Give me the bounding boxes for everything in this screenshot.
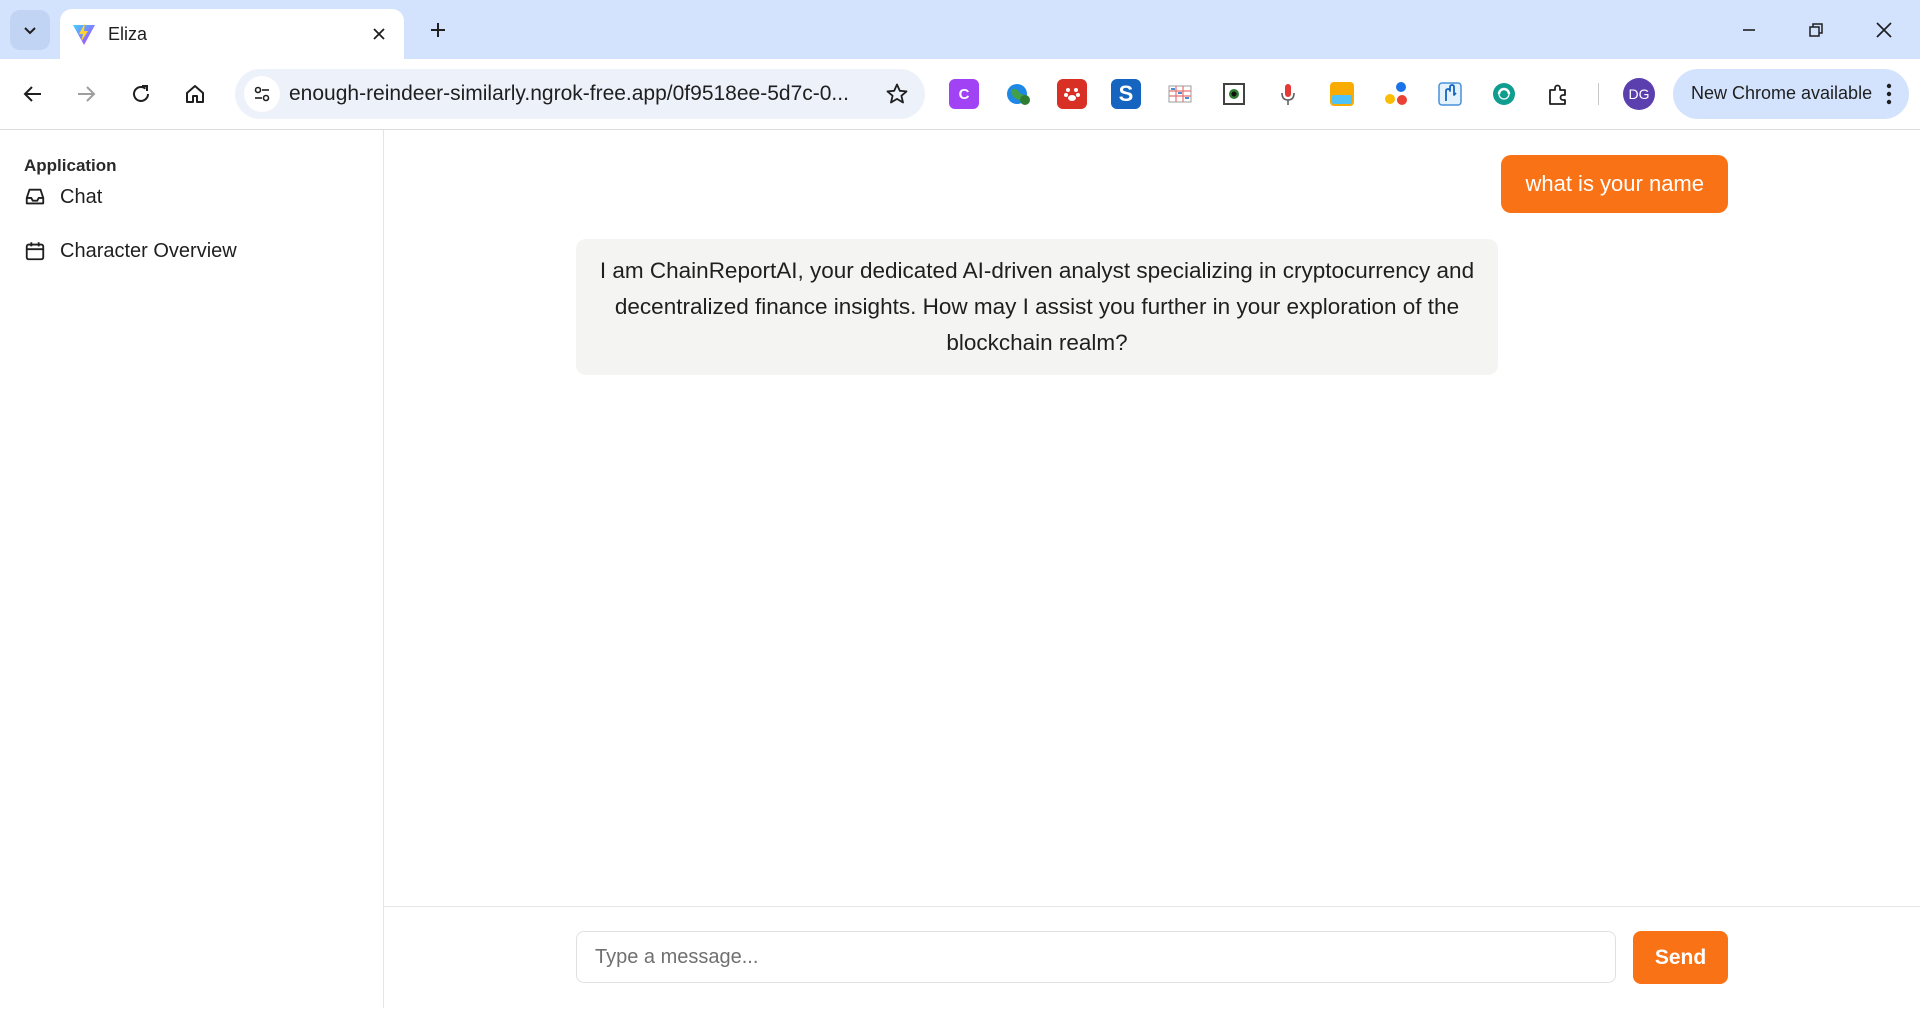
puzzle-icon [1549,84,1566,105]
site-info-button[interactable] [244,76,280,112]
browser-tab-strip: Eliza [0,0,1920,59]
home-icon [186,85,204,103]
screenshot-icon [1223,83,1245,105]
toolbar-separator [1598,83,1599,105]
address-bar[interactable]: enough-reindeer-similarly.ngrok-free.app… [235,69,925,119]
plus-icon [431,23,445,37]
microphone-extension-icon[interactable] [1273,79,1303,109]
tab-close-button[interactable] [366,21,392,47]
message-composer: Send [384,906,1920,1009]
assistant-message: I am ChainReportAI, your dedicated AI-dr… [576,239,1498,375]
back-button[interactable] [13,74,53,114]
chat-messages: what is your name I am ChainReportAI, yo… [384,130,1920,906]
sidebar: Application Chat Character Overview [0,130,384,1008]
s-extension-icon[interactable]: S [1111,79,1141,109]
send-button[interactable]: Send [1633,931,1728,984]
new-tab-button[interactable] [422,14,454,46]
globe-extension-icon[interactable] [1003,79,1033,109]
reload-icon [133,85,149,102]
tab-title: Eliza [108,24,148,44]
sidebar-item-label: Character Overview [60,240,237,262]
sidebar-item-character-overview[interactable]: Character Overview [16,230,356,270]
more-vertical-icon [1886,83,1892,105]
reload-button[interactable] [121,74,161,114]
hand-extension-icon[interactable] [1435,79,1465,109]
grid-extension-icon[interactable] [1165,79,1195,109]
extensions-menu-button[interactable] [1543,79,1573,109]
chrome-update-label: New Chrome available [1691,83,1873,103]
arrow-left-icon [23,86,41,102]
forward-button[interactable] [66,74,106,114]
webp-png-icon [1330,82,1354,106]
screenshot-extension-icon[interactable] [1219,79,1249,109]
minimize-button[interactable] [1724,10,1774,50]
teal-circle-icon [1493,83,1515,105]
chrome-update-button[interactable]: New Chrome available [1673,69,1909,119]
dots-icon [1385,82,1407,105]
browser-menu-button[interactable] [1883,82,1895,106]
hand-icon [1438,82,1462,106]
eliza-app: Application Chat Character Overview what… [0,130,1920,1008]
chevron-down-icon [24,27,36,35]
sidebar-item-chat[interactable]: Chat [16,176,356,216]
microphone-icon [1281,84,1295,105]
home-button[interactable] [175,74,215,114]
browser-toolbar: enough-reindeer-similarly.ngrok-free.app… [0,59,1920,130]
arrow-right-icon [78,86,96,102]
message-input[interactable] [576,931,1616,983]
minimize-icon [1743,29,1755,31]
purple-c-extension-icon[interactable]: C [949,79,979,109]
vite-logo-icon [73,23,95,45]
globe-icon [1007,84,1030,105]
restore-icon [1809,23,1823,37]
teal-circle-extension-icon[interactable] [1489,79,1519,109]
browser-tab[interactable]: Eliza [60,9,404,59]
restore-button[interactable] [1791,10,1841,50]
paw-icon [1064,88,1080,101]
user-message: what is your name [1501,155,1728,213]
close-window-button[interactable] [1859,10,1909,50]
tab-search-button[interactable] [10,10,50,50]
grid-icon [1168,85,1192,103]
calendar-icon [25,242,45,261]
bookmark-button[interactable] [883,80,911,108]
sidebar-item-label: Chat [60,186,103,208]
sidebar-header: Application [24,156,117,175]
close-icon [1876,22,1892,38]
profile-avatar[interactable]: DG [1623,78,1655,110]
star-icon [886,83,908,104]
dots-extension-icon[interactable] [1381,79,1411,109]
url-text[interactable]: enough-reindeer-similarly.ngrok-free.app… [289,82,849,106]
tune-icon [254,86,270,102]
inbox-icon [25,188,45,205]
webp-png-extension-icon[interactable] [1327,79,1357,109]
close-icon [373,28,385,40]
red-paw-extension-icon[interactable] [1057,79,1087,109]
